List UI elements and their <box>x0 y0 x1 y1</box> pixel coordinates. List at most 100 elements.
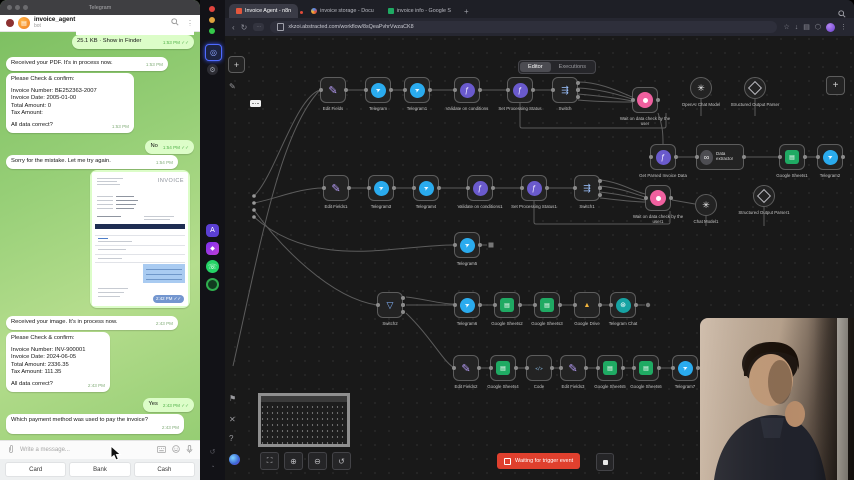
bot-avatar[interactable]: ▤ <box>18 17 30 29</box>
node-f1-edit[interactable]: ✎Edit Fields2 <box>453 355 479 381</box>
node-c7-wait[interactable]: Wait on data check by the user1 <box>645 185 671 211</box>
node-c4-func[interactable]: ƒValidate on conditions1 <box>467 175 493 201</box>
node-f4-edit[interactable]: ✎Edit Fields3 <box>560 355 586 381</box>
node-c3-telegram[interactable]: ➤Telegram4 <box>413 175 439 201</box>
user-message-no[interactable]: No 1:54 PM ✓✓ <box>145 140 194 154</box>
stop-execution-button[interactable] <box>596 453 614 471</box>
templates-icon[interactable]: ⚑ <box>229 394 236 403</box>
zoom-fit-button[interactable]: ⛶ <box>260 452 279 470</box>
reply-button-cash[interactable]: Cash <box>134 462 195 477</box>
node-e3-sheets[interactable]: ▤Google Sheets3 <box>534 292 560 318</box>
node-op1-parser[interactable]: Structured Output Parser <box>744 77 766 99</box>
node-e0-filter[interactable]: ▽Switch2 <box>377 292 403 318</box>
node-f6-sheets[interactable]: ▤Google Sheets6 <box>633 355 659 381</box>
bot-message-payment-question[interactable]: Which payment method was used to pay the… <box>6 414 184 434</box>
mic-icon[interactable] <box>186 445 193 456</box>
close-panel-icon[interactable]: ✕ <box>229 415 236 424</box>
node-oa2-openai[interactable]: ✳Chat Model1 <box>695 194 717 216</box>
node-c1-edit[interactable]: ✎Edit Fields1 <box>323 175 349 201</box>
address-bar[interactable]: xkzoi.abstracted.com/workflow/8sQeaPvhrV… <box>270 21 777 33</box>
add-node-button[interactable]: + <box>228 56 245 73</box>
back-unread-badge[interactable] <box>6 19 14 27</box>
node-b2-link[interactable]: ∞Data extractor <box>696 144 744 170</box>
reset-view-button[interactable]: ↺ <box>332 452 351 470</box>
grid-icon[interactable]: ▤ <box>803 23 810 31</box>
bot-keyboard-icon[interactable] <box>157 446 166 455</box>
clock-dock-icon[interactable]: ◔ <box>207 462 218 473</box>
node-a3-telegram[interactable]: ➤Telegram1 <box>404 77 430 103</box>
user-message-yes[interactable]: Yes 2:43 PM ✓✓ <box>143 398 194 412</box>
reply-button-card[interactable]: Card <box>5 462 66 477</box>
traffic-zoom[interactable] <box>209 28 215 34</box>
sticker-icon[interactable] <box>172 445 180 455</box>
node-f2-sheets[interactable]: ▤Google Sheets4 <box>490 355 516 381</box>
node-f3-code[interactable]: </>Code <box>526 355 552 381</box>
active-app-icon[interactable]: ◎ <box>205 44 222 61</box>
node-oa1-openai[interactable]: ✳OpenAI Chat Model <box>690 77 712 99</box>
file-message[interactable]: 25.1 KB · Show in Finder 1:53 PM ✓✓ <box>72 35 194 49</box>
node-a4-func[interactable]: ƒValidate on conditions <box>454 77 480 103</box>
sticky-table-note[interactable] <box>258 393 350 447</box>
tab-editor[interactable]: Editor <box>520 62 551 72</box>
download-icon[interactable]: ↓ <box>795 24 799 31</box>
history-dock-icon[interactable]: ↺ <box>207 446 218 457</box>
extensions-chip[interactable]: ⋯ <box>253 23 264 31</box>
message-composer[interactable]: Write a message... <box>0 440 200 459</box>
traffic-close[interactable] <box>209 6 215 12</box>
reload-icon[interactable]: ↻ <box>241 23 248 32</box>
node-c2-telegram[interactable]: ➤Telegram3 <box>368 175 394 201</box>
help-icon[interactable]: ? <box>229 434 233 443</box>
browser-menu-icon[interactable]: ⋮ <box>840 23 847 31</box>
bot-message-sorry[interactable]: Sorry for the mistake. Let me try again.… <box>6 155 178 169</box>
node-d1-telegram[interactable]: ➤Telegram5 <box>454 232 480 258</box>
node-b4-telegram[interactable]: ➤Telegram2 <box>817 144 843 170</box>
node-c6-switch[interactable]: ⇶Switch1 <box>574 175 600 201</box>
bot-message-received-pdf[interactable]: Received your PDF. It's in process now. … <box>6 57 168 71</box>
bot-message-confirm-2[interactable]: Please Check & confirm: Invoice Number: … <box>6 332 110 392</box>
green-ring-app-icon[interactable] <box>206 278 219 291</box>
zoom-out-button[interactable]: ⊖ <box>308 452 327 470</box>
tab-invoice-info[interactable]: invoice info - Google S <box>381 4 458 18</box>
back-icon[interactable]: ‹ <box>232 23 235 32</box>
node-context-chip[interactable] <box>250 100 261 107</box>
node-b3-sheets[interactable]: ▤Google Sheets1 <box>779 144 805 170</box>
node-a2-telegram[interactable]: ➤Telegram <box>365 77 391 103</box>
node-a1-edit[interactable]: ✎Edit Fields <box>320 77 346 103</box>
window-traffic-lights[interactable] <box>7 5 28 10</box>
node-a6-switch[interactable]: ⇶Switch <box>552 77 578 103</box>
profile-avatar[interactable] <box>826 23 835 32</box>
node-b1-func[interactable]: ƒGet Parsed Invoice Data <box>650 144 676 170</box>
tab-invoice-storage[interactable]: invoice storage - Docu <box>304 4 381 18</box>
bot-message-received-img[interactable]: Received your image. It's in process now… <box>6 316 178 330</box>
invoice-photo-message[interactable]: INVOICE <box>90 170 190 308</box>
node-e2-sheets[interactable]: ▤Google Sheets2 <box>494 292 520 318</box>
tab-executions[interactable]: Executions <box>551 62 594 72</box>
node-a7-wait[interactable]: Wait on data check by the user <box>632 87 658 113</box>
open-nodes-panel-button[interactable]: + <box>826 76 845 95</box>
waiting-trigger-banner[interactable]: Waiting for trigger event <box>497 453 580 469</box>
tab-invoice-agent[interactable]: Invoice Agent - n8n <box>229 4 298 18</box>
share-nav-icon[interactable]: ⬡ <box>815 23 821 31</box>
node-e1-telegram[interactable]: ➤Telegram6 <box>454 292 480 318</box>
traffic-minimize[interactable] <box>209 17 215 23</box>
node-f7-telegram[interactable]: ➤Telegram7 <box>672 355 698 381</box>
node-op2-parser[interactable]: Structured Output Parser1 <box>753 185 775 207</box>
node-f5-sheets[interactable]: ▤Google Sheets5 <box>597 355 623 381</box>
ai-app-icon[interactable]: A <box>206 224 219 237</box>
node-e5-globe[interactable]: ⊛Telegram Chat <box>610 292 636 318</box>
settings-gear-icon[interactable]: ⚙ <box>207 64 218 75</box>
user-avatar[interactable] <box>229 454 240 465</box>
attach-icon[interactable] <box>7 441 15 459</box>
bookmark-star-icon[interactable]: ☆ <box>783 23 789 31</box>
node-e4-drive[interactable]: ▲Google Drive <box>574 292 600 318</box>
purple-app-icon[interactable]: ◆ <box>206 242 219 255</box>
node-a5-func[interactable]: ƒSet Processing Status <box>507 77 533 103</box>
whatsapp-icon[interactable]: ☏ <box>206 260 219 273</box>
node-label: Set Processing Status1 <box>506 204 562 209</box>
message-input[interactable]: Write a message... <box>20 447 151 453</box>
new-tab-button[interactable]: + <box>464 7 469 16</box>
zoom-in-button[interactable]: ⊕ <box>284 452 303 470</box>
bot-message-confirm-1[interactable]: Please Check & confirm: Invoice Number: … <box>6 73 134 133</box>
sticky-note-icon[interactable]: ✎ <box>229 82 236 91</box>
node-c5-func[interactable]: ƒSet Processing Status1 <box>521 175 547 201</box>
